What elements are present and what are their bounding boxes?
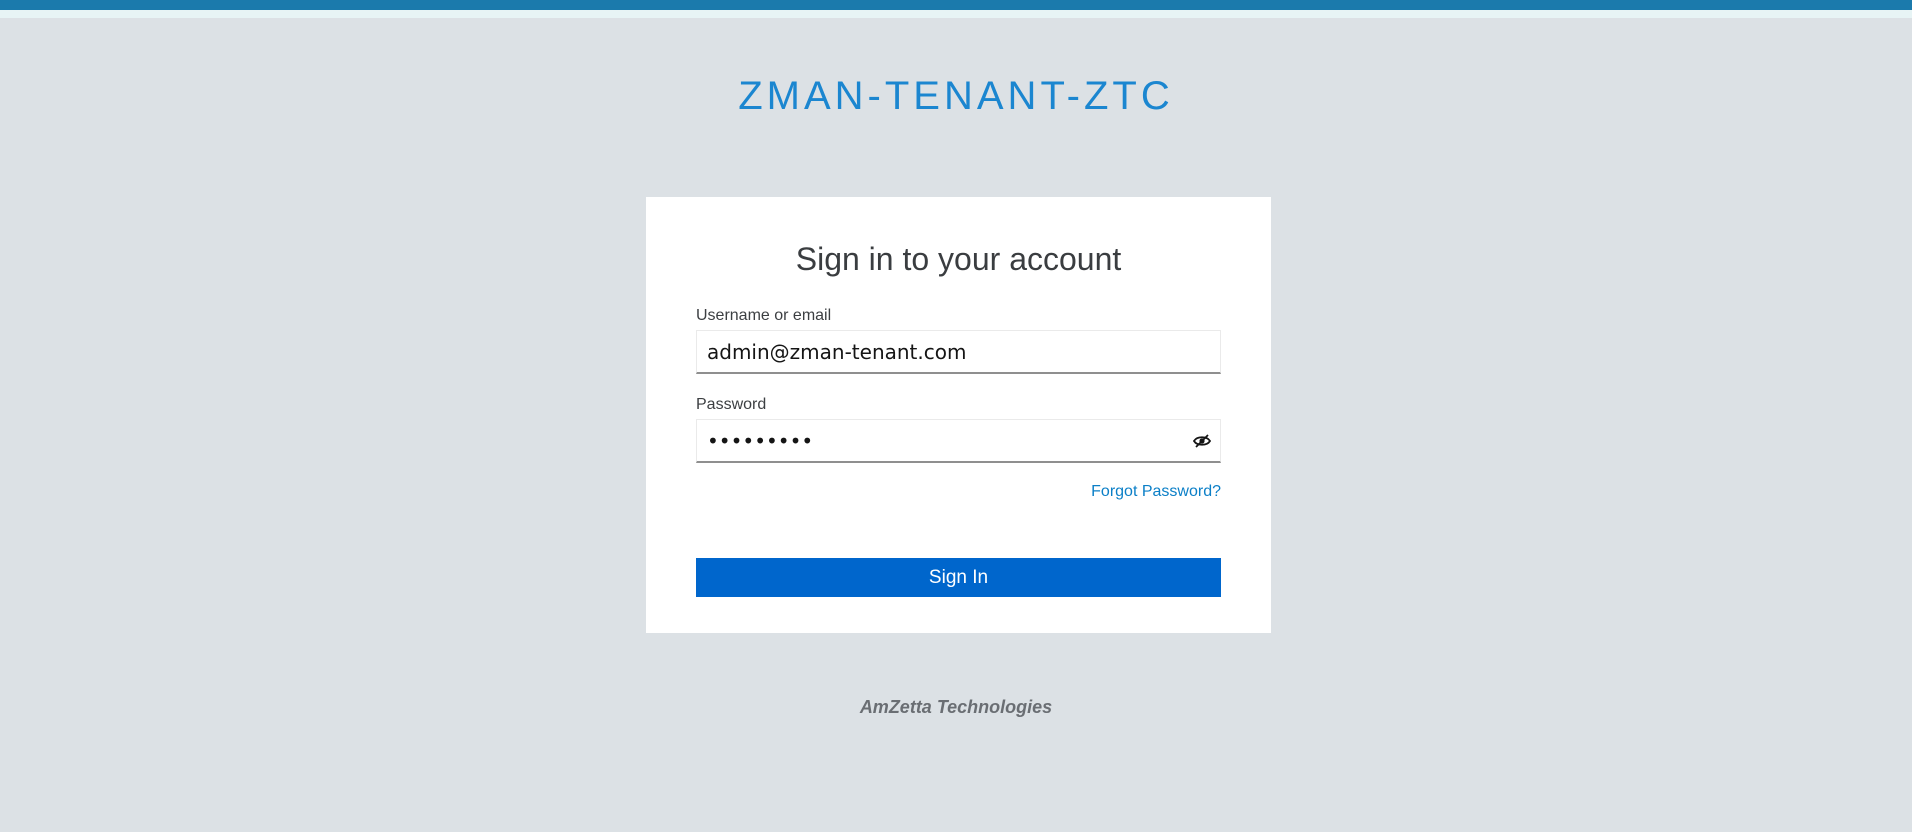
top-accent-bar [0, 0, 1912, 10]
username-label: Username or email [696, 307, 832, 324]
login-card: Sign in to your account Username or emai… [646, 197, 1271, 633]
username-input[interactable] [697, 331, 1220, 372]
password-input[interactable] [697, 420, 1220, 461]
username-field-wrapper [696, 330, 1221, 374]
forgot-password-link[interactable]: Forgot Password? [1091, 483, 1221, 501]
realm-title: ZMAN-TENANT-ZTC [738, 74, 1174, 118]
footer-brand: AmZetta Technologies [859, 697, 1053, 717]
password-label: Password [696, 396, 767, 413]
password-field-wrapper [696, 419, 1221, 463]
top-accent-line [0, 10, 1912, 18]
login-title: Sign in to your account [795, 241, 1122, 277]
sign-in-button[interactable]: Sign In [696, 558, 1221, 597]
eye-slash-icon[interactable] [1192, 431, 1212, 451]
